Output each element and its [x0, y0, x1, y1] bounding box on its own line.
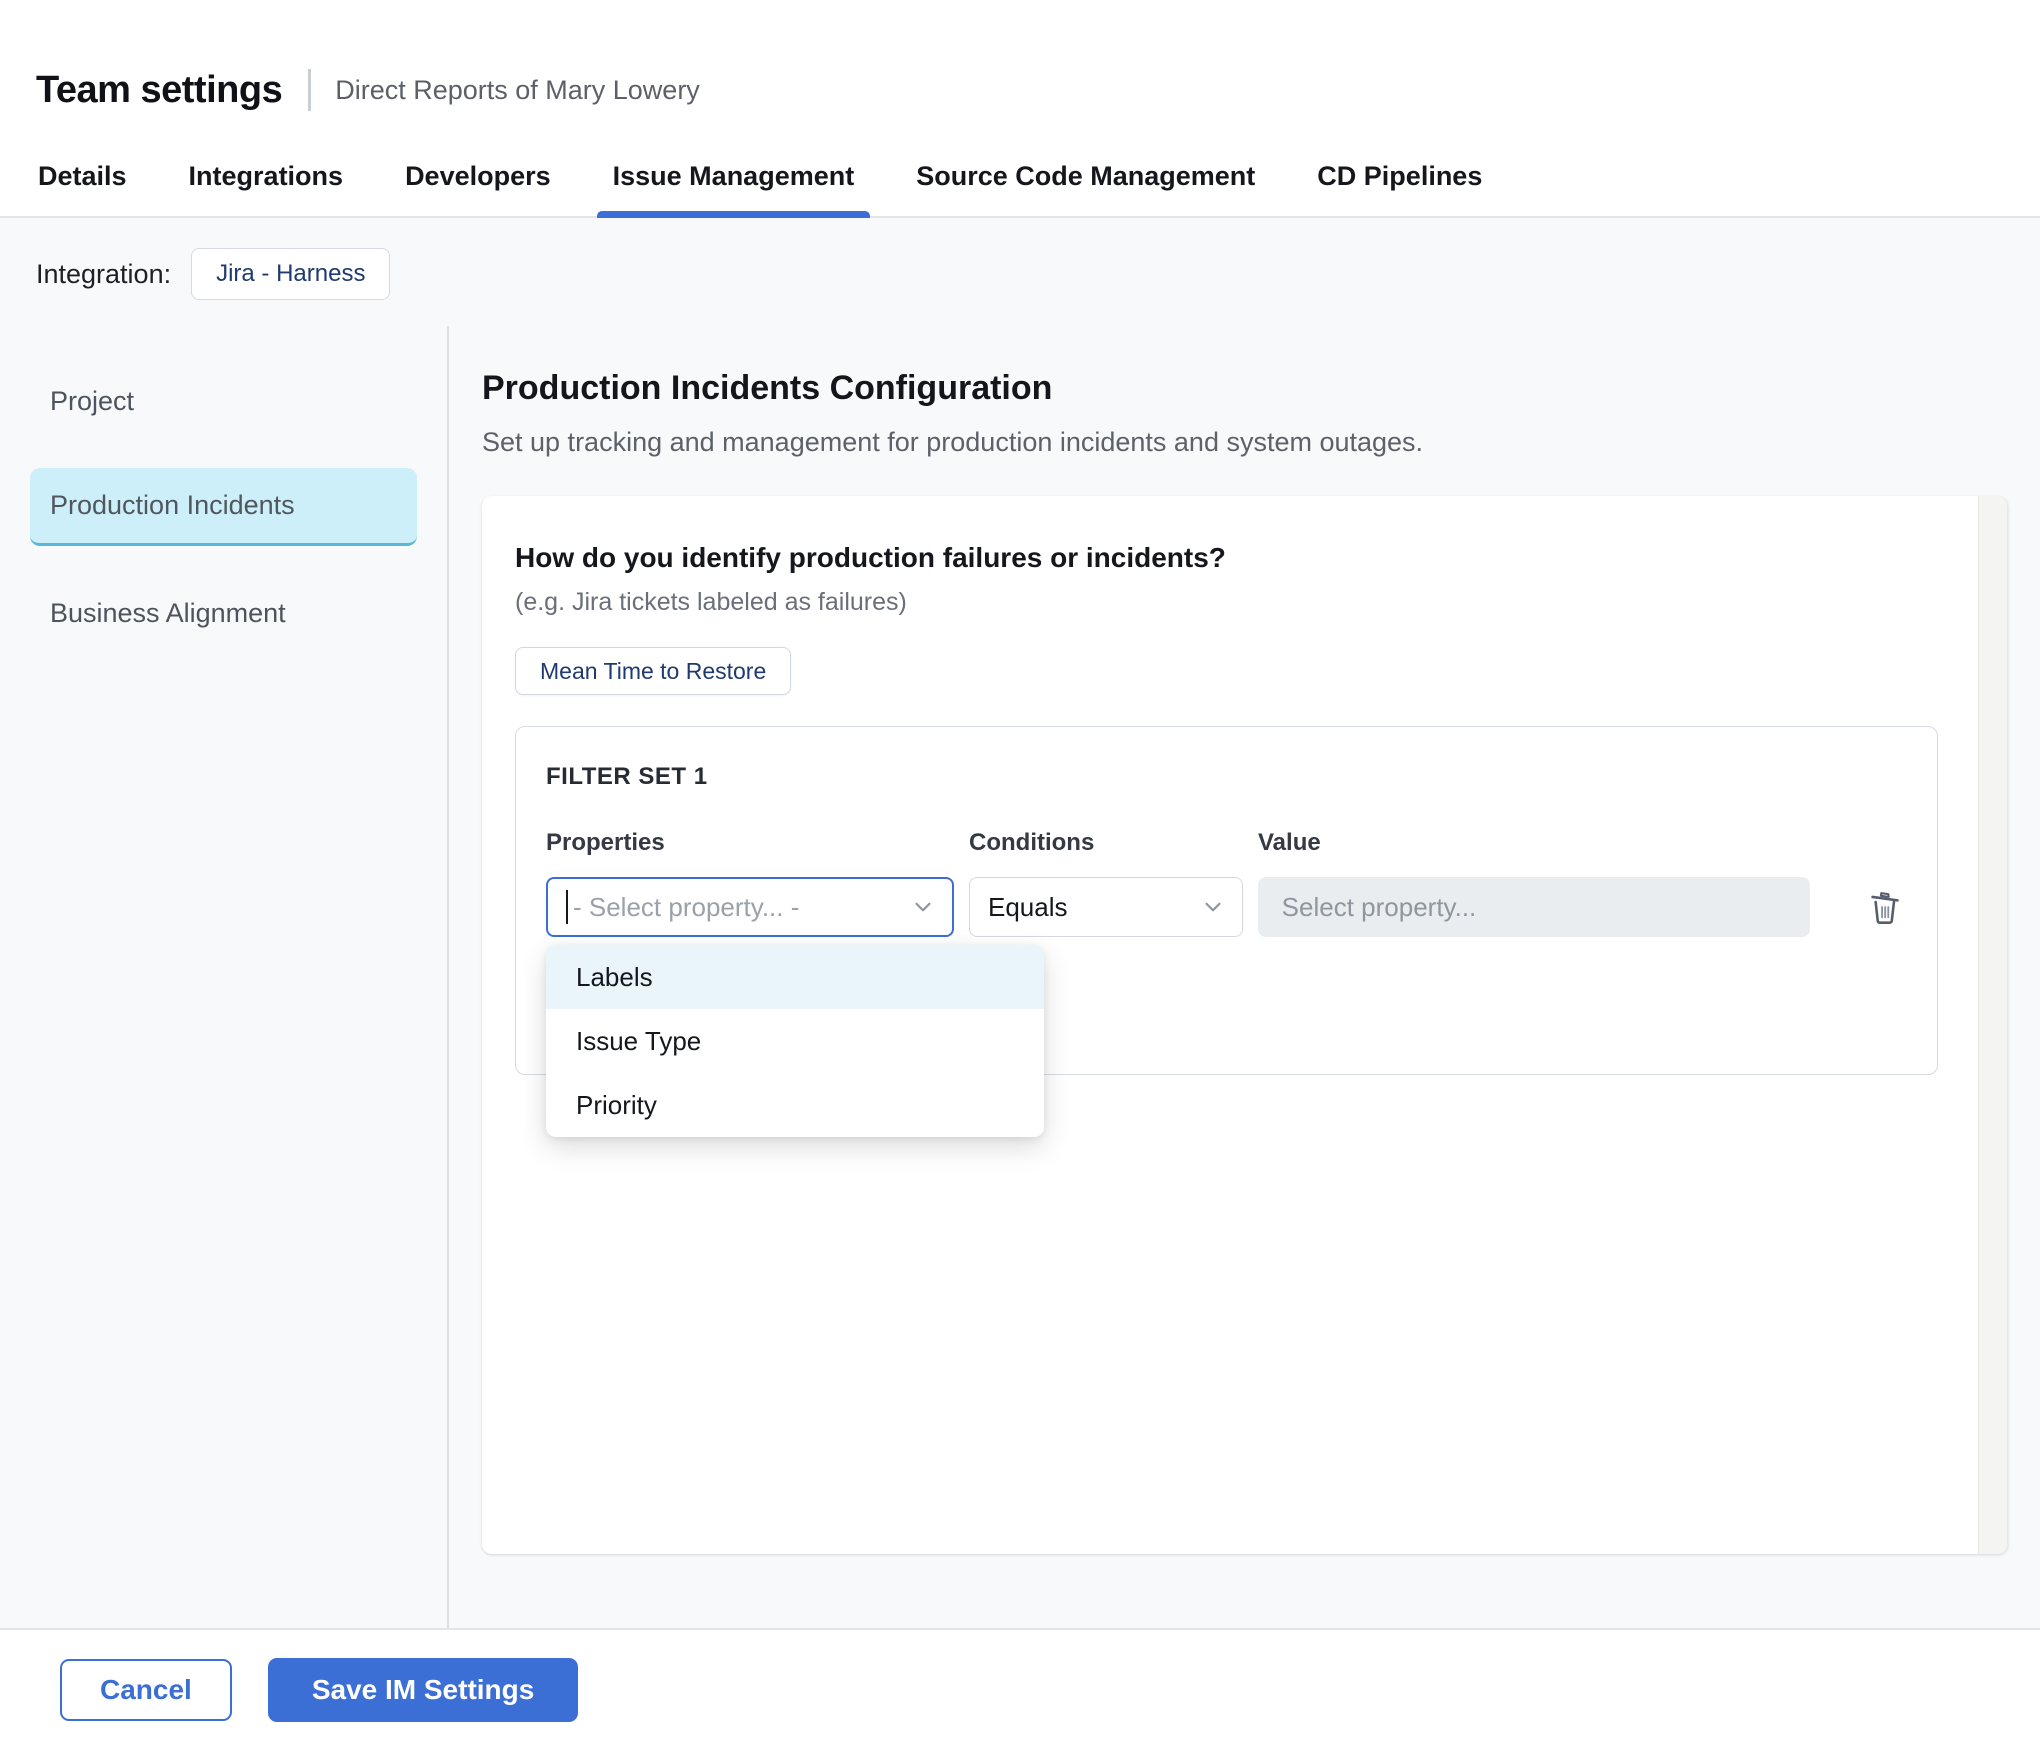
integration-badge[interactable]: Jira - Harness [191, 248, 390, 300]
main-panel: Production Incidents Configuration Set u… [449, 326, 2040, 1628]
content-area: Project Production Incidents Business Al… [0, 326, 2040, 1628]
column-header-conditions: Conditions [969, 829, 1243, 857]
page-title: Team settings [36, 69, 282, 112]
filter-set-title: FILTER SET 1 [546, 763, 1907, 791]
tab-issue-management[interactable]: Issue Management [613, 161, 855, 216]
filter-set-card: FILTER SET 1 Properties Conditions Value… [515, 726, 1938, 1075]
tab-developers[interactable]: Developers [405, 161, 551, 216]
sidebar-item-production-incidents[interactable]: Production Incidents [30, 468, 417, 546]
tab-bar: Details Integrations Developers Issue Ma… [0, 140, 2040, 218]
property-select-wrapper: - Select property... - Labels Issue Type… [546, 877, 954, 937]
filter-column-headers: Properties Conditions Value [546, 829, 1907, 857]
page-subtitle: Direct Reports of Mary Lowery [335, 75, 700, 106]
dropdown-option-labels[interactable]: Labels [546, 945, 1044, 1009]
cancel-button[interactable]: Cancel [60, 1659, 232, 1721]
sidebar-item-business-alignment[interactable]: Business Alignment [30, 574, 417, 652]
condition-select[interactable]: Equals [969, 877, 1243, 937]
section-title: Production Incidents Configuration [482, 366, 2008, 410]
dropdown-option-priority[interactable]: Priority [546, 1073, 1044, 1137]
settings-sidebar: Project Production Incidents Business Al… [0, 326, 449, 1628]
text-cursor [566, 890, 568, 924]
delete-filter-button[interactable] [1863, 885, 1907, 929]
condition-select-value: Equals [988, 892, 1200, 923]
property-dropdown-menu: Labels Issue Type Priority [546, 945, 1044, 1137]
filter-row: - Select property... - Labels Issue Type… [546, 877, 1907, 937]
property-select-placeholder: - Select property... - [573, 892, 910, 923]
dropdown-option-issue-type[interactable]: Issue Type [546, 1009, 1044, 1073]
section-subtitle: Set up tracking and management for produ… [482, 424, 2008, 460]
chevron-down-icon [1200, 894, 1226, 920]
mean-time-to-restore-chip[interactable]: Mean Time to Restore [515, 647, 791, 695]
footer-actions: Cancel Save IM Settings [0, 1628, 2040, 1750]
tab-details[interactable]: Details [38, 161, 127, 216]
chevron-down-icon [910, 894, 936, 920]
vertical-scrollbar[interactable] [1978, 496, 2008, 1554]
page-header: Team settings Direct Reports of Mary Low… [0, 0, 2040, 140]
title-divider [308, 69, 311, 111]
configuration-card: How do you identify production failures … [482, 496, 2008, 1554]
column-header-value: Value [1258, 829, 1811, 857]
integration-label: Integration: [36, 259, 171, 290]
question-hint: (e.g. Jira tickets labeled as failures) [515, 588, 1938, 617]
column-header-properties: Properties [546, 829, 954, 857]
save-im-settings-button[interactable]: Save IM Settings [268, 1658, 579, 1722]
value-input[interactable]: Select property... [1258, 877, 1810, 937]
tab-source-code-management[interactable]: Source Code Management [916, 161, 1255, 216]
trash-icon [1863, 885, 1907, 929]
property-select[interactable]: - Select property... - [546, 877, 954, 937]
workspace: Integration: Jira - Harness Project Prod… [0, 218, 2040, 1628]
question-heading: How do you identify production failures … [515, 540, 1938, 576]
tab-integrations[interactable]: Integrations [189, 161, 344, 216]
tab-cd-pipelines[interactable]: CD Pipelines [1317, 161, 1482, 216]
sidebar-item-project[interactable]: Project [30, 362, 417, 440]
integration-row: Integration: Jira - Harness [0, 218, 2040, 326]
